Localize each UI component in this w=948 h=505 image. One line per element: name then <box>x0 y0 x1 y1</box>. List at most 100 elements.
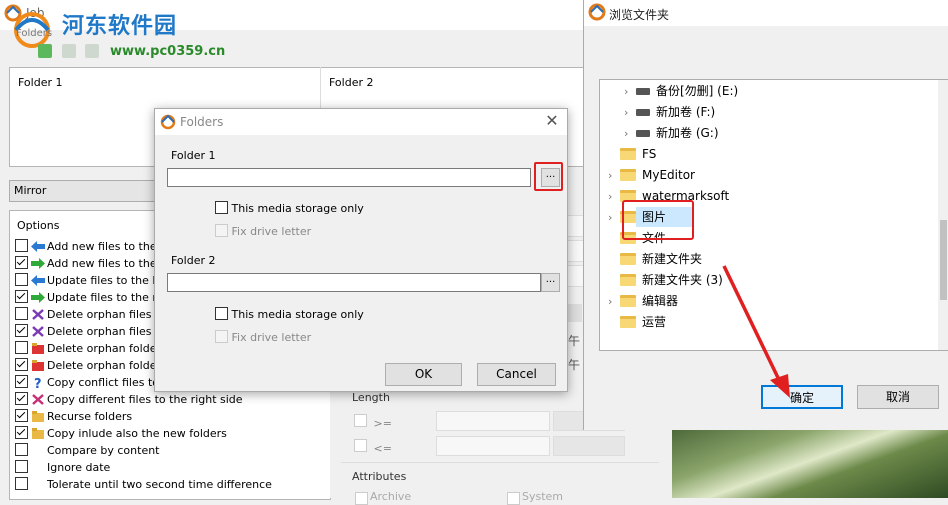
archive-label: Archive <box>370 490 412 503</box>
cancel-button[interactable]: Cancel <box>477 363 556 386</box>
chevron-right-icon[interactable]: › <box>624 124 636 144</box>
option-item[interactable]: Compare by content <box>15 443 160 460</box>
delete-folder-icon <box>31 342 45 355</box>
length-le-input[interactable] <box>436 436 550 456</box>
option-checkbox[interactable] <box>15 290 28 303</box>
folder-tree-item[interactable]: › 编辑器 <box>608 291 678 311</box>
option-checkbox[interactable] <box>15 392 28 405</box>
confirm-button[interactable]: 确定 <box>761 385 843 409</box>
length-ge-checkbox[interactable] <box>354 414 367 427</box>
chevron-right-icon[interactable]: › <box>624 82 636 102</box>
length-le-unit-select[interactable] <box>553 436 625 456</box>
folder1-fix-drive-option[interactable]: Fix drive letter <box>215 224 311 238</box>
option-label: Update files to the left <box>47 274 171 287</box>
folder1-media-only-checkbox[interactable] <box>215 201 228 214</box>
option-item[interactable]: Copy different files to the right side <box>15 392 243 409</box>
folder1-fix-drive-checkbox[interactable] <box>215 224 228 237</box>
folder2-media-only-option[interactable]: This media storage only <box>215 307 364 321</box>
option-checkbox[interactable] <box>15 358 28 371</box>
svg-text:?: ? <box>34 377 42 389</box>
option-item[interactable]: Delete orphan files into <box>15 307 176 324</box>
system-checkbox[interactable] <box>507 492 520 505</box>
length-le-row: <= <box>354 439 392 455</box>
folder2-browse-button[interactable]: ... <box>541 273 560 292</box>
folder-tree-item[interactable]: › 新加卷 (G:) <box>624 123 719 143</box>
option-item[interactable]: Delete orphan folders i <box>15 358 173 375</box>
tree-scrollbar[interactable] <box>938 80 948 350</box>
option-checkbox[interactable] <box>15 341 28 354</box>
option-item[interactable]: Recurse folders <box>15 409 132 426</box>
chevron-right-icon[interactable]: › <box>608 292 620 312</box>
browse-button-highlight <box>534 162 563 191</box>
folder1-path-input[interactable] <box>167 168 531 187</box>
option-label: Copy different files to the right side <box>47 393 243 406</box>
chevron-right-icon[interactable]: › <box>608 208 620 228</box>
chevron-right-icon[interactable]: › <box>624 103 636 123</box>
add-folder-pair-icon[interactable] <box>38 44 52 58</box>
folder-icon <box>31 410 45 423</box>
copy-different-icon <box>31 393 45 406</box>
option-checkbox[interactable] <box>15 273 28 286</box>
options-title: Options <box>17 219 60 232</box>
arrow-left-add-icon <box>31 240 45 253</box>
archive-checkbox[interactable] <box>355 492 368 505</box>
folder2-path-input[interactable] <box>167 273 541 292</box>
option-item[interactable]: ? Copy conflict files to th <box>15 375 174 392</box>
option-checkbox[interactable] <box>15 460 28 473</box>
option-item[interactable]: Copy inlude also the new folders <box>15 426 227 443</box>
folder-tree-item-label: 编辑器 <box>642 294 679 308</box>
folder-tree-item[interactable]: FS <box>608 144 656 164</box>
option-item[interactable]: Ignore date <box>15 460 110 477</box>
chevron-right-icon[interactable]: › <box>608 187 620 207</box>
toolbar <box>38 44 105 62</box>
cancel-button[interactable]: 取消 <box>857 385 939 409</box>
length-le-checkbox[interactable] <box>354 439 367 452</box>
option-checkbox[interactable] <box>15 256 28 269</box>
option-checkbox[interactable] <box>15 409 28 422</box>
folder-icon <box>620 295 636 307</box>
length-le-label: <= <box>373 442 392 455</box>
folder-tree-item[interactable]: › 新加卷 (F:) <box>624 102 715 122</box>
folder2-media-only-checkbox[interactable] <box>215 307 228 320</box>
folder-icon <box>620 253 636 265</box>
option-checkbox[interactable] <box>15 477 28 490</box>
folder-icon <box>620 169 636 181</box>
option-item[interactable]: Tolerate until two second time differenc… <box>15 477 272 494</box>
folder-tree[interactable]: › 备份[勿删] (E:) › 新加卷 (F:) › 新加卷 (G:) FS › MyEdito… <box>599 79 948 351</box>
option-checkbox[interactable] <box>15 375 28 388</box>
folder-tree-item[interactable]: 新建文件夹 (3) <box>608 270 723 290</box>
folders-group-label: Folders <box>16 28 53 39</box>
option-item[interactable]: Delete orphan folders i <box>15 341 173 358</box>
app-logo-icon <box>588 3 606 21</box>
toolbar-button-icon[interactable] <box>85 44 99 58</box>
folder2-fix-drive-option[interactable]: Fix drive letter <box>215 330 311 344</box>
folder-tree-item[interactable]: › MyEditor <box>608 165 695 185</box>
ok-button[interactable]: OK <box>385 363 462 386</box>
folder1-label: Folder 1 <box>171 149 216 162</box>
length-ge-input[interactable] <box>436 411 550 431</box>
close-icon[interactable]: ✕ <box>541 111 563 131</box>
folder-tree-item[interactable]: › 备份[勿删] (E:) <box>624 81 738 101</box>
option-checkbox[interactable] <box>15 443 28 456</box>
option-checkbox[interactable] <box>15 324 28 337</box>
option-item[interactable]: Delete orphan files into <box>15 324 176 341</box>
folder1-media-only-label: This media storage only <box>231 202 364 215</box>
delete-folder-icon <box>31 359 45 372</box>
time-field-stub: 午 <box>568 358 581 372</box>
folder2-fix-drive-checkbox[interactable] <box>215 330 228 343</box>
toolbar-button-icon[interactable] <box>61 44 76 58</box>
folder1-media-only-option[interactable]: This media storage only <box>215 201 364 215</box>
chevron-right-icon[interactable]: › <box>608 166 620 186</box>
option-checkbox[interactable] <box>15 426 28 439</box>
tree-scrollbar-thumb[interactable] <box>940 220 947 300</box>
folder-tree-item[interactable]: 运营 <box>608 312 666 332</box>
folder-tree-item-label: MyEditor <box>642 168 695 182</box>
drive-icon <box>636 130 650 137</box>
browse-folder-dialog: 浏览文件夹 › 备份[勿删] (E:) › 新加卷 (F:) › 新加卷 (G:) FS › M… <box>583 0 948 430</box>
option-checkbox[interactable] <box>15 307 28 320</box>
option-checkbox[interactable] <box>15 239 28 252</box>
option-item[interactable]: Update files to the left <box>15 273 170 290</box>
folder2-label: Folder 2 <box>171 254 216 267</box>
folder-tree-item[interactable]: 新建文件夹 <box>608 249 702 269</box>
option-label: Compare by content <box>47 444 160 457</box>
